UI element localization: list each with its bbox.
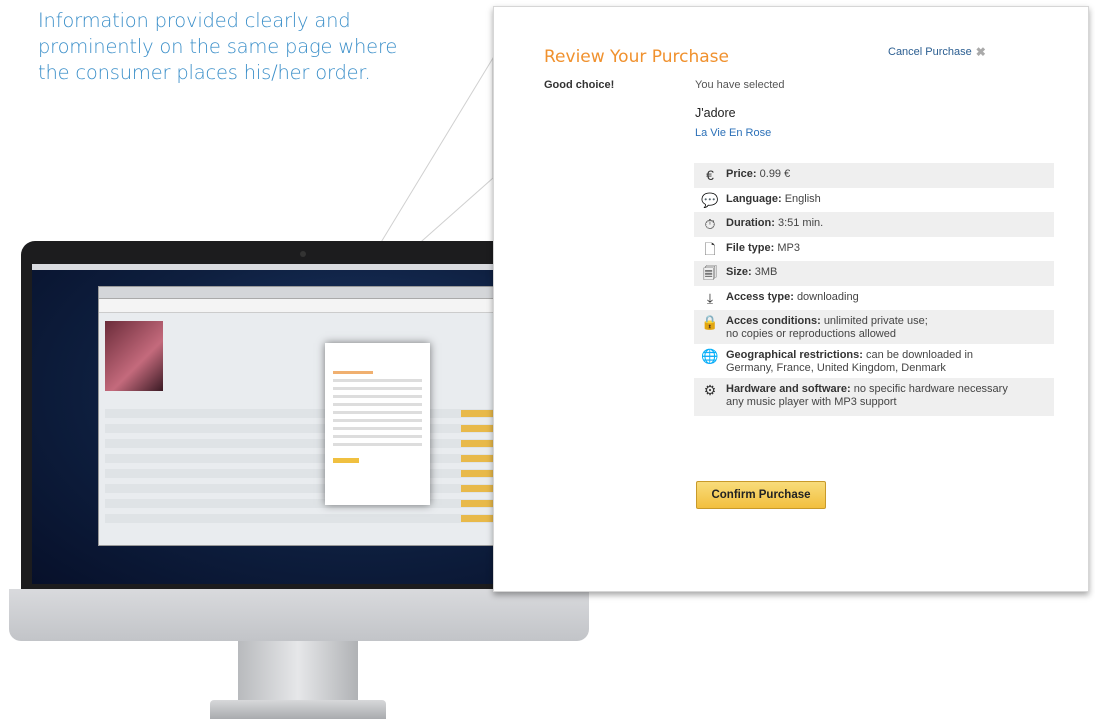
mini-track-list — [105, 409, 505, 529]
info-value: English — [784, 192, 821, 205]
info-value: downloading — [796, 290, 859, 303]
mini-dialog-line — [333, 427, 422, 430]
mini-review-dialog — [325, 343, 430, 505]
info-text: Size: 3MB — [726, 266, 777, 279]
info-label: Acces conditions: — [726, 315, 821, 327]
mini-dialog-line — [333, 387, 422, 390]
monitor-chin — [9, 589, 589, 641]
mini-track-row — [105, 484, 505, 493]
info-text: Duration: 3:51 min. — [726, 217, 823, 230]
mini-track-row — [105, 499, 505, 508]
info-row-access-conditions: 🔒 Acces conditions: unlimited private us… — [694, 310, 1054, 344]
info-value: 0.99 € — [759, 168, 791, 180]
monitor-stand-neck — [238, 641, 358, 703]
mini-dialog-line — [333, 419, 422, 422]
file-size-icon: 🗐 — [703, 265, 717, 281]
monitor-stand-foot — [210, 700, 386, 719]
info-text: Hardware and software: no specific hardw… — [726, 383, 1008, 409]
review-purchase-dialog: Review Your Purchase Cancel Purchase ✖ G… — [493, 6, 1089, 592]
mini-album-cover — [105, 321, 163, 391]
mini-confirm-button — [333, 458, 359, 463]
mini-dialog-line — [333, 411, 422, 414]
info-label: Access type: — [726, 290, 794, 303]
dialog-title: Review Your Purchase — [544, 47, 729, 67]
info-row-price: € Price: 0.99 € — [694, 163, 1054, 188]
speech-bubble-icon: 💬 — [701, 191, 719, 208]
close-icon: ✖ — [975, 45, 986, 59]
mini-browser-toolbar — [99, 287, 511, 299]
info-label: Geographical restrictions: — [726, 349, 863, 361]
mini-dialog-line — [333, 403, 422, 406]
info-label: Size: — [726, 266, 752, 278]
lock-icon: 🔒 — [701, 314, 719, 330]
cancel-purchase-link[interactable]: Cancel Purchase ✖ — [888, 45, 986, 59]
product-info-table: € Price: 0.99 € 💬 Language: English ⏱ Du… — [694, 163, 1054, 416]
stopwatch-icon: ⏱ — [704, 216, 716, 232]
euro-icon: € — [706, 167, 714, 183]
download-icon: ⤓ — [706, 289, 714, 306]
mini-dialog-line — [333, 395, 422, 398]
info-row-file-type: 🗋 File type: MP3 — [694, 237, 1054, 262]
mini-track-row — [105, 409, 505, 418]
info-label: Price: — [726, 168, 757, 180]
info-text: Acces conditions: unlimited private use;… — [726, 315, 928, 341]
mini-track-row — [105, 514, 505, 523]
info-text: Price: 0.99 € — [726, 168, 790, 181]
song-title: J'adore — [695, 106, 736, 120]
mini-dialog-line — [333, 435, 422, 438]
info-row-access-type: ⤓ Access type: downloading — [694, 286, 1054, 311]
mini-dialog-title — [333, 371, 373, 374]
info-label: Hardware and software: — [726, 383, 851, 395]
info-value: 3:51 min. — [777, 217, 824, 229]
file-icon: 🗋 — [704, 240, 716, 257]
camera-dot — [300, 251, 306, 257]
mini-track-row — [105, 454, 505, 463]
info-label: Language: — [726, 192, 782, 205]
selected-label: You have selected — [695, 79, 785, 91]
info-value: 3MB — [754, 266, 778, 278]
confirm-purchase-button[interactable]: Confirm Purchase — [696, 481, 826, 509]
info-row-language: 💬 Language: English — [694, 188, 1054, 213]
info-value: can be downloaded in — [866, 349, 974, 361]
info-value-line2: Germany, France, United Kingdom, Denmark — [726, 362, 946, 374]
mini-dialog-line — [333, 443, 422, 446]
info-text: Language: English — [726, 193, 821, 206]
mini-track-row — [105, 424, 505, 433]
mini-track-row — [105, 439, 505, 448]
mini-track-row — [105, 469, 505, 478]
info-value: unlimited private use; — [823, 315, 928, 327]
info-value: MP3 — [777, 241, 800, 254]
mini-browser-window — [98, 286, 512, 546]
info-value-line2: no copies or reproductions allowed — [726, 328, 896, 340]
info-text: File type: MP3 — [726, 242, 800, 255]
globe-icon: 🌐 — [701, 348, 719, 364]
album-link[interactable]: La Vie En Rose — [695, 127, 771, 139]
gears-icon: ⚙ — [703, 382, 717, 398]
info-text: Access type: downloading — [726, 291, 859, 304]
info-row-hardware-software: ⚙ Hardware and software: no specific har… — [694, 378, 1054, 416]
mini-browser-nav — [99, 299, 511, 313]
info-label: File type: — [726, 241, 775, 254]
info-text: Geographical restrictions: can be downlo… — [726, 349, 973, 375]
info-value: no specific hardware necessary — [853, 383, 1008, 395]
info-label: Duration: — [726, 217, 775, 229]
info-row-geo-restrictions: 🌐 Geographical restrictions: can be down… — [694, 344, 1054, 378]
good-choice-label: Good choice! — [544, 79, 615, 91]
info-value-line2: any music player with MP3 support — [726, 396, 897, 408]
cancel-purchase-label: Cancel Purchase — [888, 46, 972, 58]
info-row-size: 🗐 Size: 3MB — [694, 261, 1054, 286]
info-row-duration: ⏱ Duration: 3:51 min. — [694, 212, 1054, 237]
mini-dialog-line — [333, 379, 422, 382]
